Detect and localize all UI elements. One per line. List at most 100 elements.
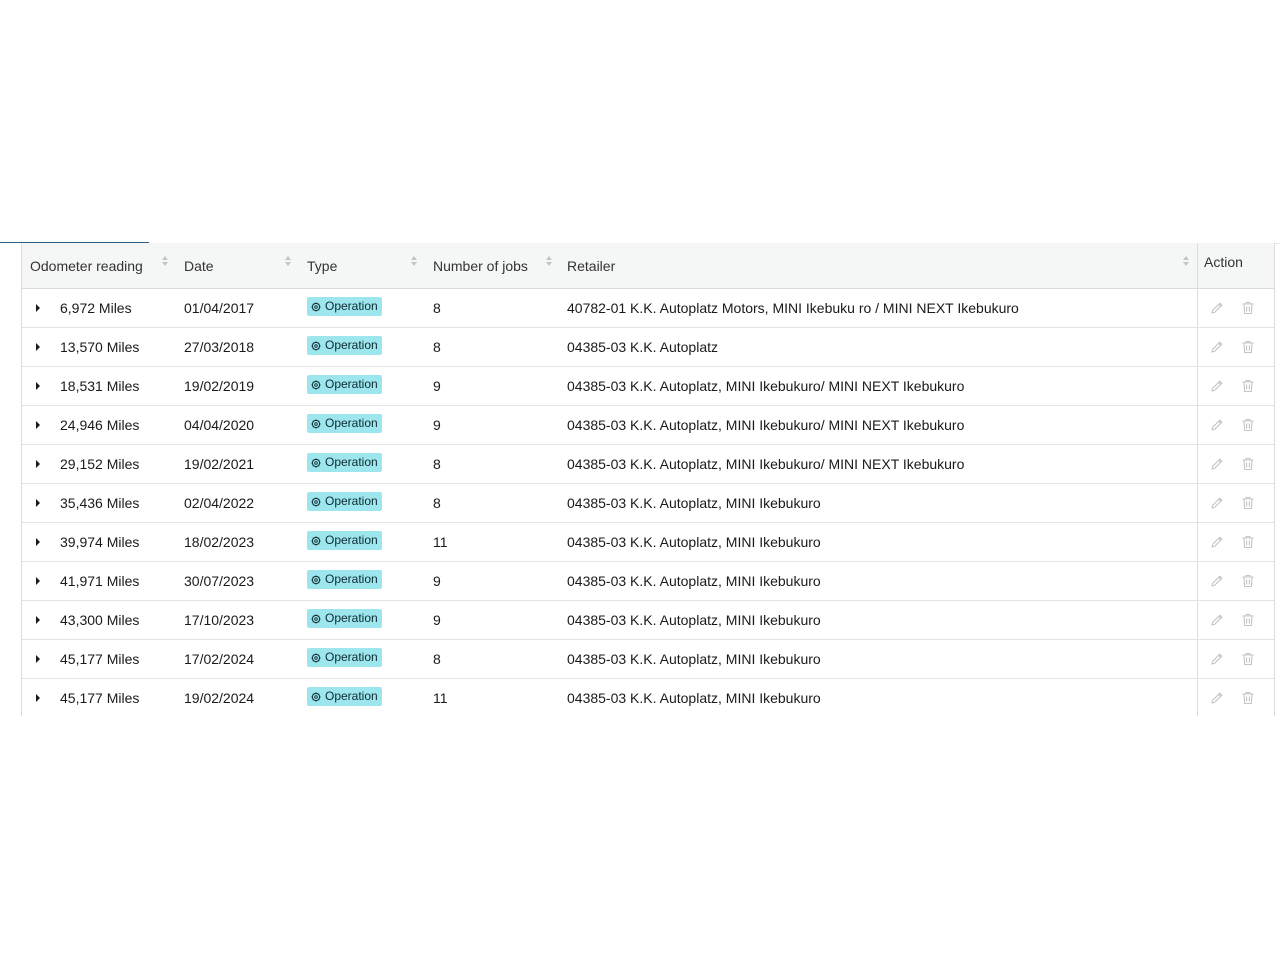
caret-right-icon[interactable]	[34, 575, 44, 587]
gear-icon	[311, 574, 321, 585]
jobs-cell: 8	[433, 651, 441, 667]
retailer-cell: 04385-03 K.K. Autoplatz, MINI Ikebukuro	[567, 612, 821, 628]
trash-icon[interactable]	[1240, 612, 1256, 628]
pencil-icon[interactable]	[1209, 690, 1225, 706]
pencil-icon[interactable]	[1209, 378, 1225, 394]
retailer-cell: 40782-01 K.K. Autoplatz Motors, MINI Ike…	[567, 300, 1019, 316]
trash-icon[interactable]	[1240, 417, 1256, 433]
gear-icon	[311, 379, 321, 390]
row-actions	[1197, 406, 1274, 444]
caret-right-icon[interactable]	[34, 458, 44, 470]
column-header-retailer[interactable]: Retailer	[559, 243, 1197, 288]
column-header-label: Odometer reading	[30, 258, 143, 274]
pencil-icon[interactable]	[1209, 300, 1225, 316]
trash-icon[interactable]	[1240, 573, 1256, 589]
gear-icon	[311, 418, 321, 429]
odometer-cell: 39,974 Miles	[60, 534, 140, 550]
row-actions	[1197, 367, 1274, 405]
date-cell: 17/02/2024	[184, 651, 255, 667]
jobs-cell: 9	[433, 378, 441, 394]
pencil-icon[interactable]	[1209, 495, 1225, 511]
caret-right-icon[interactable]	[34, 692, 44, 704]
pencil-icon[interactable]	[1209, 534, 1225, 550]
trash-icon[interactable]	[1240, 300, 1256, 316]
jobs-cell: 8	[433, 300, 441, 316]
table-row[interactable]: 29,152 Miles 19/02/2021 Operation 8 0438…	[22, 445, 1274, 484]
type-label: Operation	[325, 650, 378, 664]
caret-right-icon[interactable]	[34, 380, 44, 392]
table-row[interactable]: 43,300 Miles 17/10/2023 Operation 9 0438…	[22, 601, 1274, 640]
type-tag: Operation	[307, 414, 382, 433]
table-row[interactable]: 45,177 Miles 17/02/2024 Operation 8 0438…	[22, 640, 1274, 679]
column-header-label: Retailer	[567, 258, 616, 274]
date-cell: 30/07/2023	[184, 573, 255, 589]
trash-icon[interactable]	[1240, 651, 1256, 667]
type-label: Operation	[325, 338, 378, 352]
table-row[interactable]: 6,972 Miles 01/04/2017 Operation 8 40782…	[22, 289, 1274, 328]
table-row[interactable]: 18,531 Miles 19/02/2019 Operation 9 0438…	[22, 367, 1274, 406]
caret-right-icon[interactable]	[34, 536, 44, 548]
trash-icon[interactable]	[1240, 495, 1256, 511]
date-cell: 19/02/2021	[184, 456, 255, 472]
caret-right-icon[interactable]	[34, 419, 44, 431]
row-actions	[1197, 445, 1274, 483]
odometer-cell: 29,152 Miles	[60, 456, 140, 472]
sort-icon[interactable]	[545, 256, 553, 268]
retailer-cell: 04385-03 K.K. Autoplatz, MINI Ikebukuro	[567, 690, 821, 706]
caret-right-icon[interactable]	[34, 614, 44, 626]
jobs-cell: 8	[433, 495, 441, 511]
pencil-icon[interactable]	[1209, 573, 1225, 589]
table-row[interactable]: 24,946 Miles 04/04/2020 Operation 9 0438…	[22, 406, 1274, 445]
column-header-date[interactable]: Date	[176, 243, 298, 288]
column-header-jobs[interactable]: Number of jobs	[425, 243, 559, 288]
table-header: Odometer reading Date Type Number of job…	[22, 243, 1274, 289]
type-tag: Operation	[307, 687, 382, 706]
odometer-cell: 35,436 Miles	[60, 495, 140, 511]
type-tag: Operation	[307, 297, 382, 316]
pencil-icon[interactable]	[1209, 651, 1225, 667]
table-row[interactable]: 35,436 Miles 02/04/2022 Operation 8 0438…	[22, 484, 1274, 523]
pencil-icon[interactable]	[1209, 456, 1225, 472]
jobs-cell: 11	[433, 690, 448, 706]
trash-icon[interactable]	[1240, 339, 1256, 355]
pencil-icon[interactable]	[1209, 612, 1225, 628]
gear-icon	[311, 496, 321, 507]
sort-icon[interactable]	[284, 256, 292, 268]
sort-icon[interactable]	[1182, 256, 1190, 268]
date-cell: 19/02/2024	[184, 690, 255, 706]
type-label: Operation	[325, 416, 378, 430]
sort-icon[interactable]	[410, 256, 418, 268]
column-header-label: Type	[307, 258, 338, 274]
column-header-action: Action	[1197, 243, 1274, 288]
row-actions	[1197, 640, 1274, 678]
pencil-icon[interactable]	[1209, 339, 1225, 355]
row-actions	[1197, 289, 1274, 327]
gear-icon	[311, 691, 321, 702]
caret-right-icon[interactable]	[34, 497, 44, 509]
odometer-cell: 18,531 Miles	[60, 378, 140, 394]
trash-icon[interactable]	[1240, 690, 1256, 706]
date-cell: 27/03/2018	[184, 339, 255, 355]
column-header-label: Number of jobs	[433, 258, 528, 274]
sort-icon[interactable]	[161, 256, 169, 268]
caret-right-icon[interactable]	[34, 653, 44, 665]
caret-right-icon[interactable]	[34, 302, 44, 314]
type-label: Operation	[325, 533, 378, 547]
row-actions	[1197, 328, 1274, 366]
table-row[interactable]: 41,971 Miles 30/07/2023 Operation 9 0438…	[22, 562, 1274, 601]
retailer-cell: 04385-03 K.K. Autoplatz, MINI Ikebukuro/…	[567, 456, 965, 472]
row-actions	[1197, 523, 1274, 561]
type-label: Operation	[325, 572, 378, 586]
table-row[interactable]: 39,974 Miles 18/02/2023 Operation 11 043…	[22, 523, 1274, 562]
gear-icon	[311, 340, 321, 351]
table-row[interactable]: 45,177 Miles 19/02/2024 Operation 11 043…	[22, 679, 1274, 716]
pencil-icon[interactable]	[1209, 417, 1225, 433]
column-header-odometer[interactable]: Odometer reading	[22, 243, 176, 288]
trash-icon[interactable]	[1240, 378, 1256, 394]
trash-icon[interactable]	[1240, 534, 1256, 550]
type-label: Operation	[325, 689, 378, 703]
trash-icon[interactable]	[1240, 456, 1256, 472]
table-row[interactable]: 13,570 Miles 27/03/2018 Operation 8 0438…	[22, 328, 1274, 367]
column-header-type[interactable]: Type	[299, 243, 425, 288]
caret-right-icon[interactable]	[34, 341, 44, 353]
